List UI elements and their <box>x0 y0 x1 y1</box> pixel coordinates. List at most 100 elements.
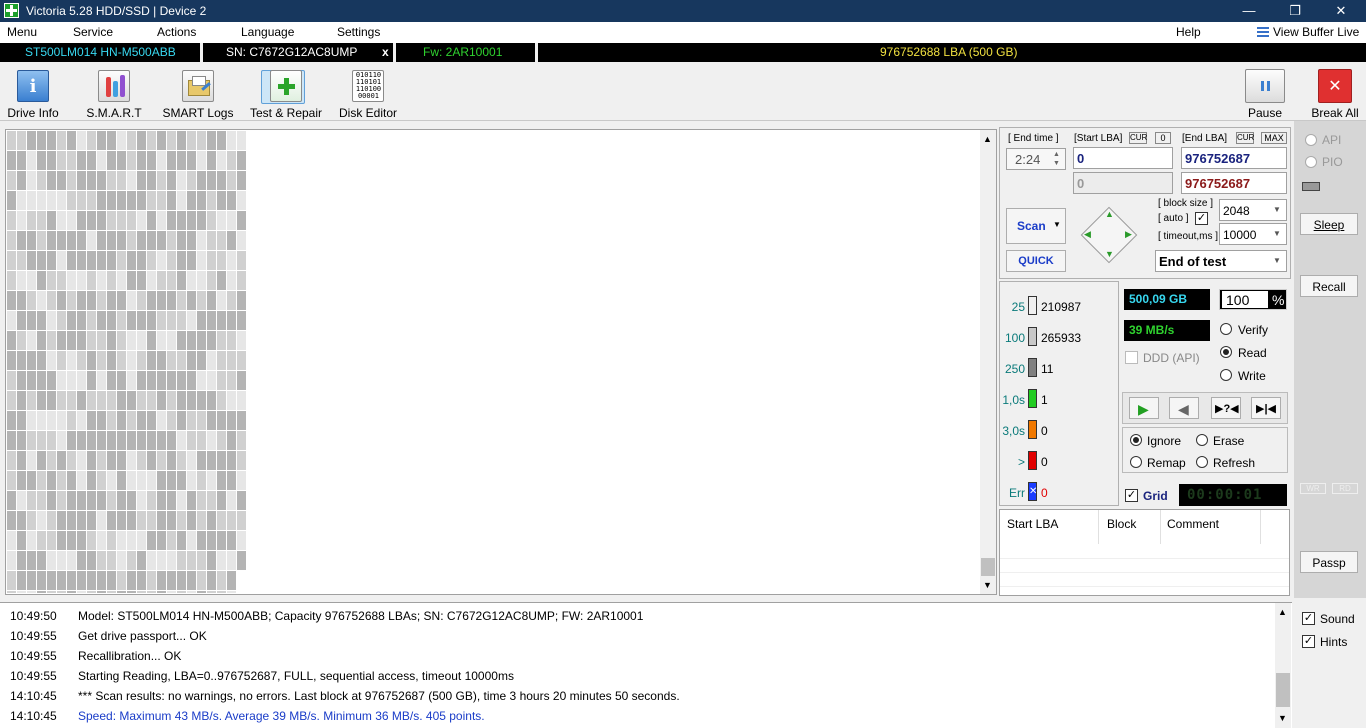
map-cell <box>107 511 116 530</box>
block-size-label: [ block size ] <box>1158 198 1214 209</box>
map-cell <box>97 211 106 230</box>
scroll-down-icon[interactable]: ▼ <box>1278 713 1287 723</box>
map-cell <box>117 331 126 350</box>
map-cell <box>117 271 126 290</box>
pause-button[interactable]: Pause <box>1240 66 1290 121</box>
arrow-right-icon[interactable]: ▶ <box>1125 229 1132 240</box>
map-scrollbar[interactable]: ▲ ▼ <box>980 130 996 594</box>
end-time-field[interactable]: 2:24 ▲ ▼ <box>1006 148 1066 170</box>
end-action-select[interactable]: End of test ▼ <box>1155 250 1287 272</box>
map-cell <box>7 351 16 370</box>
minimize-button[interactable]: — <box>1226 0 1272 22</box>
window-title: Victoria 5.28 HDD/SSD | Device 2 <box>26 4 207 18</box>
spin-down-icon[interactable]: ▼ <box>1053 160 1060 167</box>
scroll-up-icon[interactable]: ▲ <box>1278 607 1287 617</box>
scroll-down-icon[interactable]: ▼ <box>983 580 992 590</box>
close-drive-button[interactable]: x <box>382 45 389 59</box>
play-button[interactable]: ▶ <box>1129 397 1159 419</box>
quick-button[interactable]: QUICK <box>1006 250 1066 272</box>
map-cell <box>167 431 176 450</box>
smart-label: S.M.A.R.T <box>86 106 142 120</box>
arrow-left-icon[interactable]: ◀ <box>1084 229 1091 240</box>
auto-checkbox[interactable]: ✓ <box>1195 212 1208 225</box>
random-button[interactable]: ▶?◀ <box>1211 397 1241 419</box>
start-lba-input[interactable]: 0 <box>1073 147 1173 169</box>
menu-settings[interactable]: Settings <box>337 25 380 39</box>
sleep-button[interactable]: Sleep <box>1300 213 1358 235</box>
drive-info-button[interactable]: i Drive Info <box>2 66 64 121</box>
menu-menu[interactable]: Menu <box>7 25 37 39</box>
disk-editor-button[interactable]: 01011011010111010000001 Disk Editor <box>336 66 400 121</box>
map-cell <box>157 511 166 530</box>
grid-checkbox[interactable]: ✓ <box>1125 489 1138 502</box>
scroll-thumb[interactable] <box>1276 673 1290 707</box>
ddd-checkbox[interactable] <box>1125 351 1138 364</box>
map-cell <box>147 511 156 530</box>
read-radio[interactable] <box>1220 346 1232 358</box>
map-cell <box>167 351 176 370</box>
direction-pad[interactable]: ▲ ▼ ◀ ▶ <box>1077 203 1141 267</box>
remap-radio[interactable] <box>1130 456 1142 468</box>
butterfly-button[interactable]: ▶|◀ <box>1251 397 1281 419</box>
map-cell <box>187 251 196 270</box>
api-radio[interactable] <box>1305 134 1317 146</box>
log-text: Starting Reading, LBA=0..976752687, FULL… <box>78 669 514 683</box>
menu-language[interactable]: Language <box>241 25 294 39</box>
passp-button[interactable]: Passp <box>1300 551 1358 573</box>
rewind-button[interactable]: ◀ <box>1169 397 1199 419</box>
log-scrollbar[interactable]: ▲ ▼ <box>1275 603 1291 728</box>
pio-radio[interactable] <box>1305 156 1317 168</box>
map-cell <box>117 471 126 490</box>
smart-button[interactable]: S.M.A.R.T <box>82 66 146 121</box>
map-cell <box>237 251 246 270</box>
spin-up-icon[interactable]: ▲ <box>1053 151 1060 158</box>
log-entry: 14:10:45 Speed: Maximum 43 MB/s. Average … <box>10 709 485 723</box>
break-all-button[interactable]: ✕ Break All <box>1306 66 1364 121</box>
menu-actions[interactable]: Actions <box>157 25 196 39</box>
map-cell <box>87 151 96 170</box>
map-cell <box>237 371 246 390</box>
arrow-down-icon[interactable]: ▼ <box>1105 249 1114 259</box>
scroll-thumb[interactable] <box>981 558 995 576</box>
test-repair-button[interactable]: Test & Repair <box>248 66 324 121</box>
scan-button[interactable]: Scan ▼ <box>1006 208 1066 244</box>
map-cell <box>7 231 16 250</box>
recall-button[interactable]: Recall <box>1300 275 1358 297</box>
erase-radio[interactable] <box>1196 434 1208 446</box>
maximize-button[interactable]: ❐ <box>1272 0 1318 22</box>
refresh-radio[interactable] <box>1196 456 1208 468</box>
scroll-up-icon[interactable]: ▲ <box>983 134 992 144</box>
map-cell <box>37 171 46 190</box>
block-size-select[interactable]: 2048 ▼ <box>1219 199 1287 221</box>
sound-checkbox[interactable]: ✓ <box>1302 612 1315 625</box>
verify-radio[interactable] <box>1220 323 1232 335</box>
hints-label: Hints <box>1320 635 1348 649</box>
timeout-select[interactable]: 10000 ▼ <box>1219 223 1287 245</box>
start-zero-button[interactable]: 0 <box>1155 132 1171 144</box>
close-button[interactable]: ✕ <box>1318 0 1364 22</box>
menu-service[interactable]: Service <box>73 25 113 39</box>
map-cell <box>107 591 116 593</box>
map-cell <box>87 391 96 410</box>
menu-help[interactable]: Help <box>1176 25 1201 39</box>
map-cell <box>107 431 116 450</box>
write-radio[interactable] <box>1220 369 1232 381</box>
view-buffer-live[interactable]: View Buffer Live <box>1273 25 1359 39</box>
col-start-lba[interactable]: Start LBA <box>1007 517 1058 531</box>
end-lba-input[interactable]: 976752687 <box>1181 147 1287 169</box>
app-icon <box>4 3 19 18</box>
map-cell <box>67 451 76 470</box>
map-cell <box>27 251 36 270</box>
end-max-button[interactable]: MAX <box>1261 132 1287 144</box>
smart-logs-button[interactable]: SMART Logs <box>162 66 234 121</box>
arrow-up-icon[interactable]: ▲ <box>1105 209 1114 219</box>
defects-table: Start LBA Block Comment <box>999 509 1290 596</box>
hints-checkbox[interactable]: ✓ <box>1302 635 1315 648</box>
col-block[interactable]: Block <box>1107 517 1136 531</box>
ignore-radio[interactable] <box>1130 434 1142 446</box>
start-cur-button[interactable]: CUR <box>1129 132 1147 144</box>
col-comment[interactable]: Comment <box>1167 517 1219 531</box>
end-cur-button[interactable]: CUR <box>1236 132 1254 144</box>
map-cell <box>37 511 46 530</box>
map-cell <box>197 271 206 290</box>
